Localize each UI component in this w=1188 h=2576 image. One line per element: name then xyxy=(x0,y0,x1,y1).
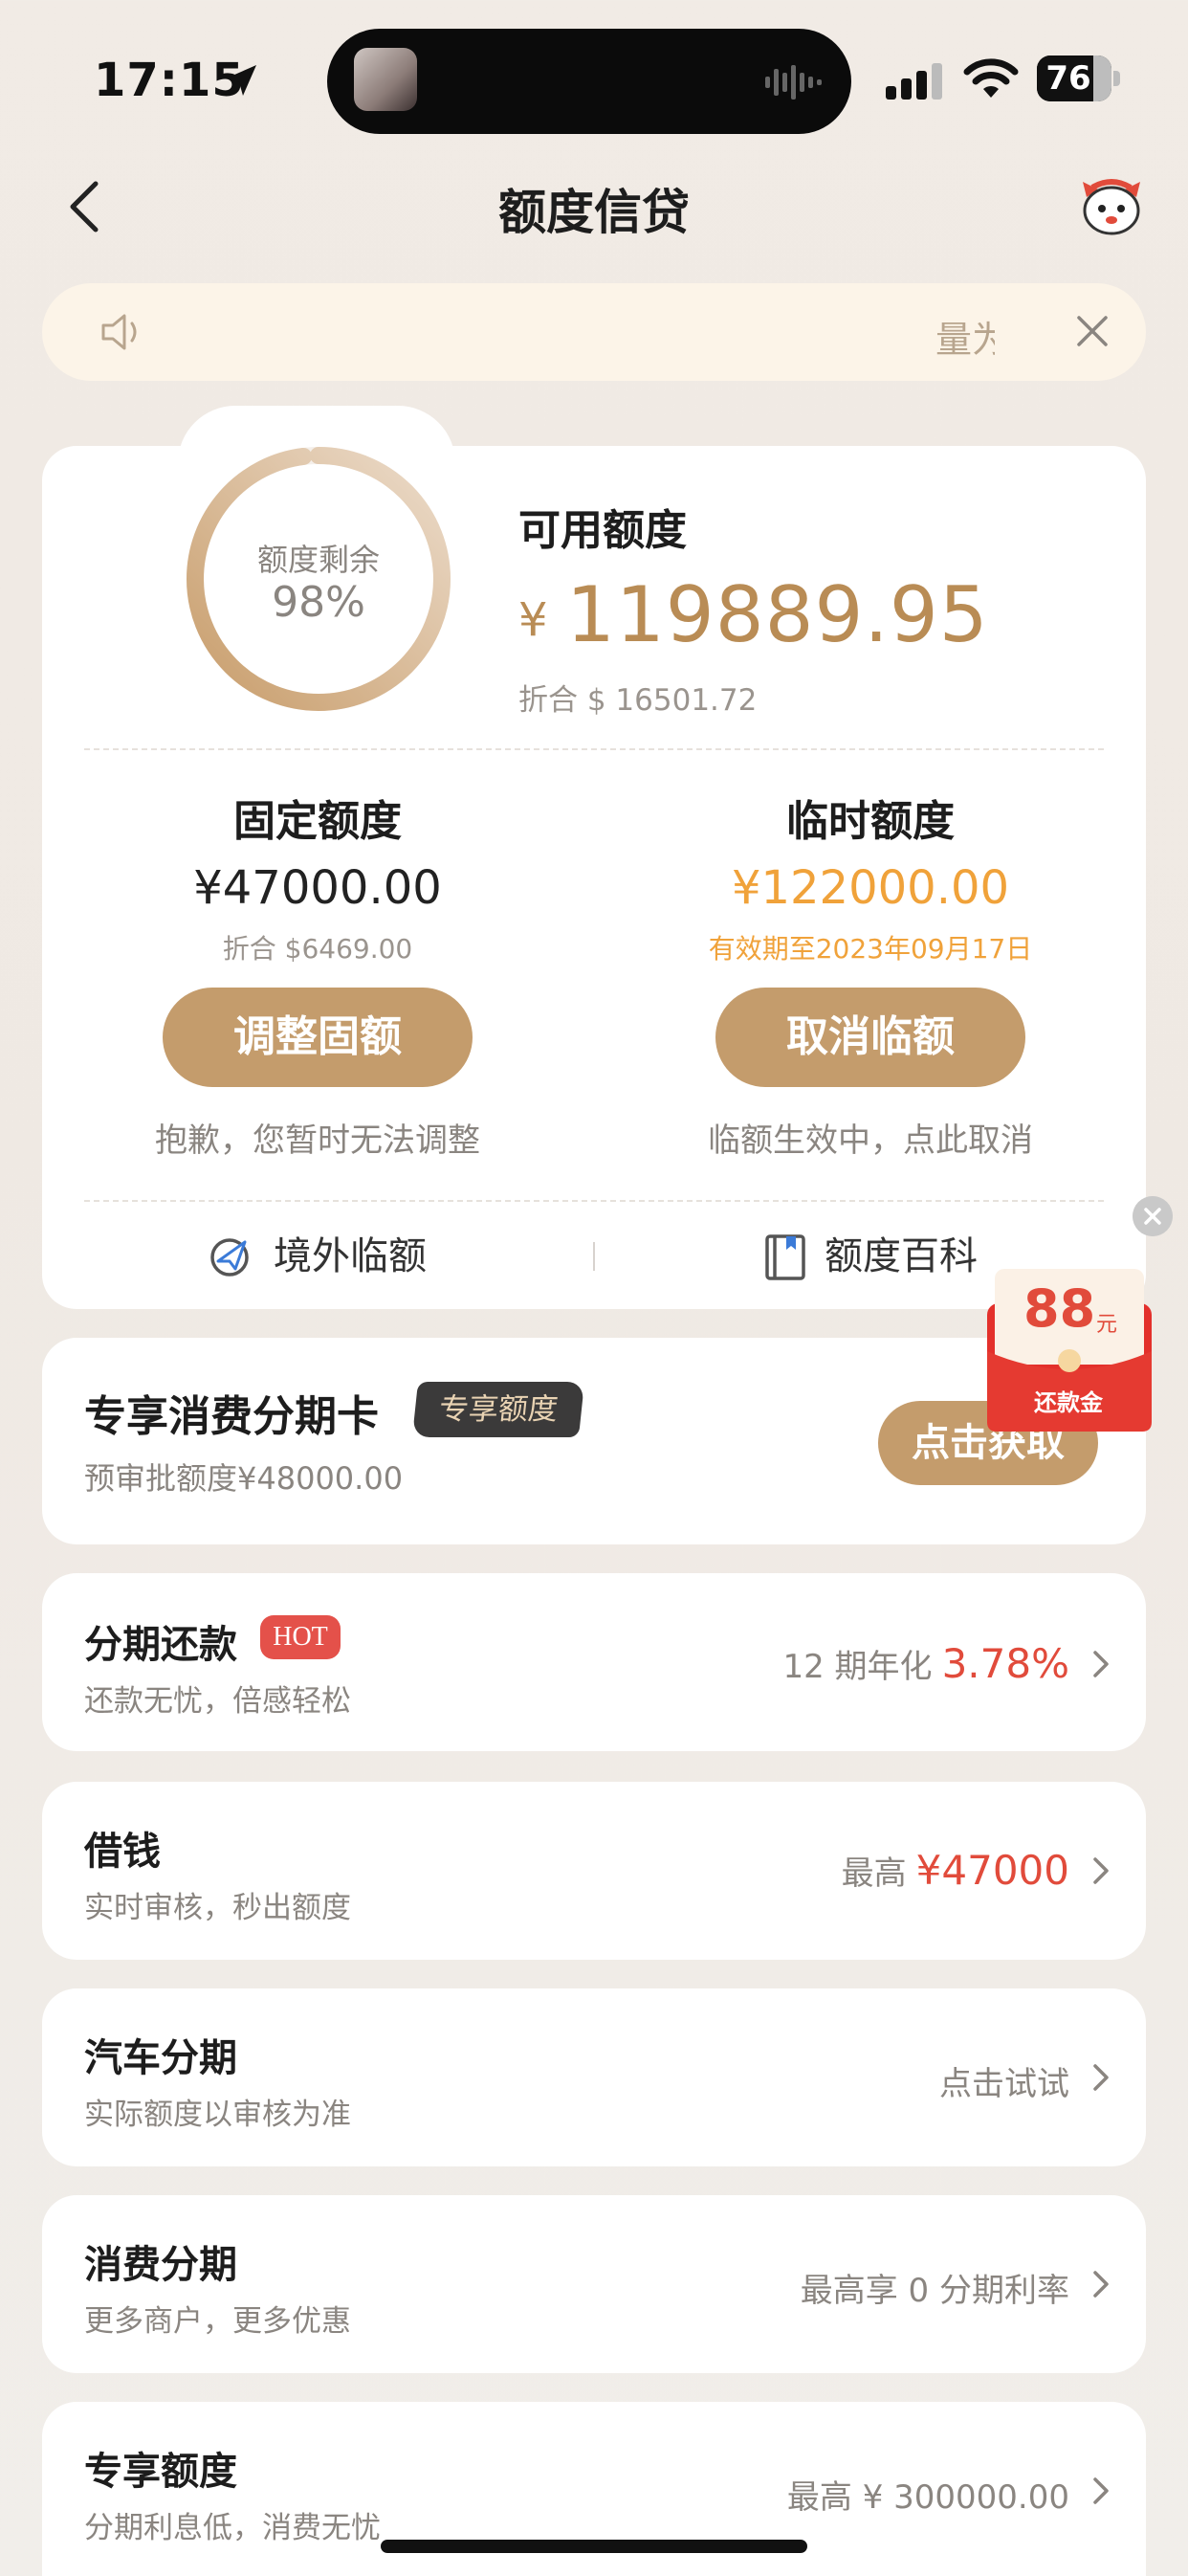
row-right-info: 点击试试 xyxy=(939,2057,1069,2104)
temp-limit-expiry: 有效期至2023年09月17日 xyxy=(708,933,1033,965)
row-title: 专享额度 xyxy=(84,2450,237,2494)
speaker-icon xyxy=(101,314,137,350)
chevron-right-icon xyxy=(1093,2064,1109,2091)
adjust-fixed-limit-button[interactable]: 调整固额 xyxy=(163,988,473,1087)
mascot-icon[interactable] xyxy=(1079,176,1144,237)
envelope-unit: 元 xyxy=(1096,1313,1118,1337)
row-right-highlight: ¥47000 xyxy=(915,1847,1069,1894)
cancel-temp-limit-button[interactable]: 取消临额 xyxy=(715,988,1025,1087)
exclusive-card-title: 专享消费分期卡 xyxy=(84,1392,379,1441)
row-right-info: 12 期年化 3.78% xyxy=(782,1640,1069,1687)
home-indicator[interactable] xyxy=(381,2540,807,2553)
row-title: 借钱 xyxy=(84,1830,161,1874)
row-title: 消费分期 xyxy=(84,2243,237,2287)
divider xyxy=(84,748,1104,750)
divider xyxy=(84,1200,1104,1202)
row-title: 汽车分期 xyxy=(84,2036,237,2080)
ring-percentage: 98% xyxy=(272,578,365,627)
page-title: 额度信贷 xyxy=(498,185,690,240)
fixed-limit-converted: 折合 $6469.00 xyxy=(222,933,413,965)
battery-indicator: 76 xyxy=(1037,56,1121,101)
chevron-right-icon xyxy=(1093,2271,1109,2298)
back-button[interactable] xyxy=(61,178,109,235)
credit-wiki-link[interactable]: 额度百科 xyxy=(825,1231,978,1282)
now-playing-thumbnail[interactable] xyxy=(354,48,417,111)
temp-limit-title: 临时额度 xyxy=(786,797,955,846)
row-right-text: 点击试试 xyxy=(939,2065,1069,2103)
exclusive-credit-badge: 专享额度 xyxy=(411,1382,585,1437)
fixed-limit-title: 固定额度 xyxy=(233,797,402,846)
notice-text: 量为 xyxy=(935,319,995,361)
envelope-label: 还款金 xyxy=(1034,1389,1103,1416)
row-right-text: 最高 xyxy=(841,1854,907,1893)
chevron-right-icon xyxy=(1093,2477,1109,2504)
close-icon[interactable] xyxy=(1073,312,1111,350)
cellular-signal-icon xyxy=(886,63,942,100)
float-close-icon[interactable] xyxy=(1133,1196,1173,1236)
audio-wave-icon xyxy=(765,65,822,100)
location-arrow-icon xyxy=(226,65,256,96)
envelope-amount: 88 xyxy=(1023,1278,1096,1339)
link-separator xyxy=(593,1242,595,1271)
row-right-text: 最高享 0 分期利率 xyxy=(800,2272,1069,2310)
row-right-highlight: 3.78% xyxy=(941,1640,1069,1687)
row-subtitle: 还款无忧，倍感轻松 xyxy=(84,1684,351,1719)
row-right-info: 最高 ¥ 300000.00 xyxy=(787,2471,1069,2518)
row-subtitle: 更多商户，更多优惠 xyxy=(84,2304,351,2339)
wifi-icon xyxy=(963,58,1019,98)
overseas-temp-limit-link[interactable]: 境外临额 xyxy=(274,1231,427,1282)
pre-approved-amount: 预审批额度¥48000.00 xyxy=(84,1460,404,1497)
row-subtitle: 分期利息低，消费无忧 xyxy=(84,2511,381,2545)
available-credit-amount: 119889.95 xyxy=(566,570,989,659)
chevron-right-icon xyxy=(1093,1651,1109,1677)
available-credit-converted: 折合 $ 16501.72 xyxy=(518,683,758,718)
row-subtitle: 实际额度以审核为准 xyxy=(84,2098,351,2132)
battery-percent: 76 xyxy=(1045,59,1091,98)
chevron-right-icon xyxy=(1093,1857,1109,1884)
row-right-info: 最高 ¥47000 xyxy=(842,1847,1069,1894)
row-subtitle: 实时审核，秒出额度 xyxy=(84,1891,351,1925)
temp-limit-amount: ¥122000.00 xyxy=(731,861,1010,915)
row-right-text: 12 期年化 xyxy=(782,1648,933,1686)
globe-plane-icon xyxy=(210,1238,249,1277)
temp-limit-hint[interactable]: 临额生效中，点此取消 xyxy=(670,1114,1071,1161)
row-right-info: 最高享 0 分期利率 xyxy=(801,2264,1069,2311)
hot-badge: HOT xyxy=(260,1615,341,1659)
available-currency-symbol: ¥ xyxy=(518,593,548,647)
fixed-limit-hint: 抱歉，您暂时无法调整 xyxy=(155,1121,480,1160)
book-icon xyxy=(765,1234,805,1280)
fixed-limit-amount: ¥47000.00 xyxy=(193,861,442,915)
row-right-text: 最高 ¥ 300000.00 xyxy=(786,2478,1069,2517)
row-title: 分期还款 xyxy=(84,1623,237,1667)
available-credit-label: 可用额度 xyxy=(518,506,687,555)
ring-label: 额度剩余 xyxy=(256,542,380,578)
